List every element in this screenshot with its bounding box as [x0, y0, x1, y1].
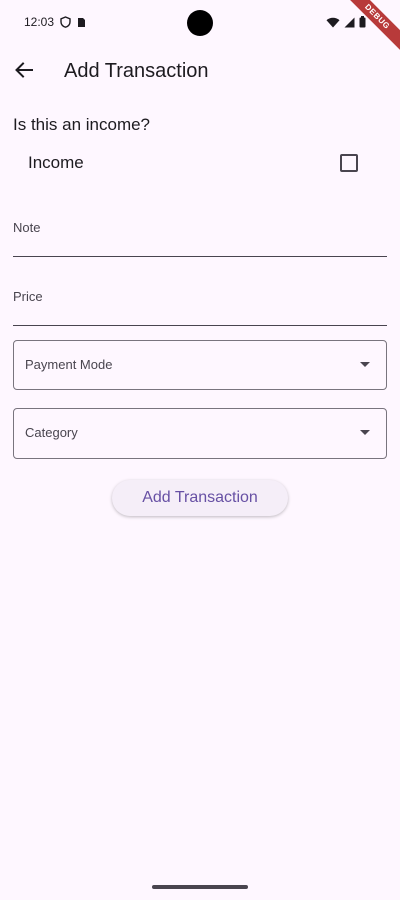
camera-cutout: [187, 10, 213, 36]
status-bar: 12:03 DEBUG: [0, 0, 400, 54]
battery-icon: [359, 15, 366, 33]
note-label: Note: [13, 220, 41, 235]
wifi-icon: [326, 15, 340, 33]
shield-icon: [60, 15, 71, 33]
note-field[interactable]: Note: [13, 206, 387, 257]
back-button[interactable]: [4, 48, 44, 96]
dropdown-arrow-icon: [360, 362, 370, 367]
app-screen: 12:03 DEBUG Add Transaction Is this an i…: [0, 0, 400, 900]
price-field[interactable]: Price: [13, 275, 387, 326]
signal-icon: [344, 15, 355, 33]
price-label: Price: [13, 289, 43, 304]
app-bar: Add Transaction: [0, 44, 400, 100]
income-label: Income: [28, 153, 84, 172]
home-indicator[interactable]: [152, 885, 248, 889]
category-label: Category: [25, 425, 78, 440]
sim-card-icon: [77, 15, 86, 33]
income-checkbox[interactable]: [340, 154, 358, 172]
payment-mode-dropdown[interactable]: Payment Mode: [13, 340, 387, 390]
status-time: 12:03: [24, 15, 55, 29]
category-dropdown[interactable]: Category: [13, 408, 387, 459]
status-right-icons: [326, 15, 366, 33]
page-title: Add Transaction: [64, 60, 209, 82]
payment-mode-label: Payment Mode: [25, 357, 113, 372]
arrow-back-icon: [15, 61, 33, 83]
add-transaction-button[interactable]: Add Transaction: [112, 480, 288, 516]
income-question: Is this an income?: [13, 115, 151, 134]
income-checkbox-row[interactable]: Income: [0, 140, 400, 184]
status-left-icons: [60, 15, 86, 33]
dropdown-arrow-icon: [360, 430, 370, 435]
